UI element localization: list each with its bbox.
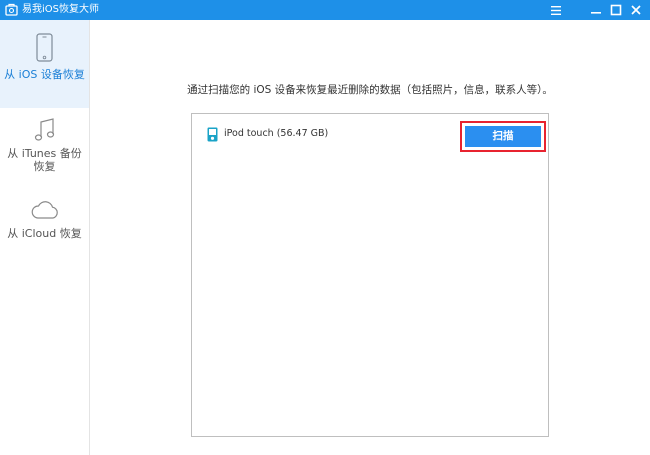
window-title: 易我iOS恢复大师 (22, 4, 99, 15)
maximize-icon[interactable] (606, 0, 626, 20)
phone-icon (36, 33, 53, 62)
sidebar-item-label: 从 iOS 设备恢复 (4, 68, 85, 81)
cloud-icon (31, 201, 58, 219)
ipod-icon (207, 127, 218, 142)
sidebar-item-ios-device[interactable]: 从 iOS 设备恢复 (0, 20, 89, 108)
sidebar-item-label: 从 iCloud 恢复 (7, 227, 82, 240)
scan-button[interactable]: 扫描 (465, 126, 541, 147)
close-icon[interactable] (626, 0, 646, 20)
scan-button-highlight: 扫描 (460, 121, 546, 152)
sidebar-item-label: 从 iTunes 备份恢复 (7, 147, 82, 173)
hamburger-menu-icon[interactable] (546, 0, 566, 20)
sidebar-item-icloud[interactable]: 从 iCloud 恢复 (0, 196, 89, 258)
device-name: iPod touch (56.47 GB) (224, 128, 329, 139)
music-note-icon (34, 118, 54, 141)
main-content: 通过扫描您的 iOS 设备来恢复最近删除的数据（包括照片，信息，联系人等）。 i… (90, 20, 650, 455)
minimize-icon[interactable] (586, 0, 606, 20)
title-bar: 易我iOS恢复大师 (0, 0, 650, 20)
sidebar-item-itunes-backup[interactable]: 从 iTunes 备份恢复 (0, 112, 89, 190)
instruction-text: 通过扫描您的 iOS 设备来恢复最近删除的数据（包括照片，信息，联系人等）。 (187, 84, 553, 96)
app-logo-icon (5, 3, 18, 16)
sidebar: 从 iOS 设备恢复 从 iTunes 备份恢复 从 iCloud 恢复 (0, 20, 90, 455)
device-panel: iPod touch (56.47 GB) 扫描 (191, 113, 549, 437)
